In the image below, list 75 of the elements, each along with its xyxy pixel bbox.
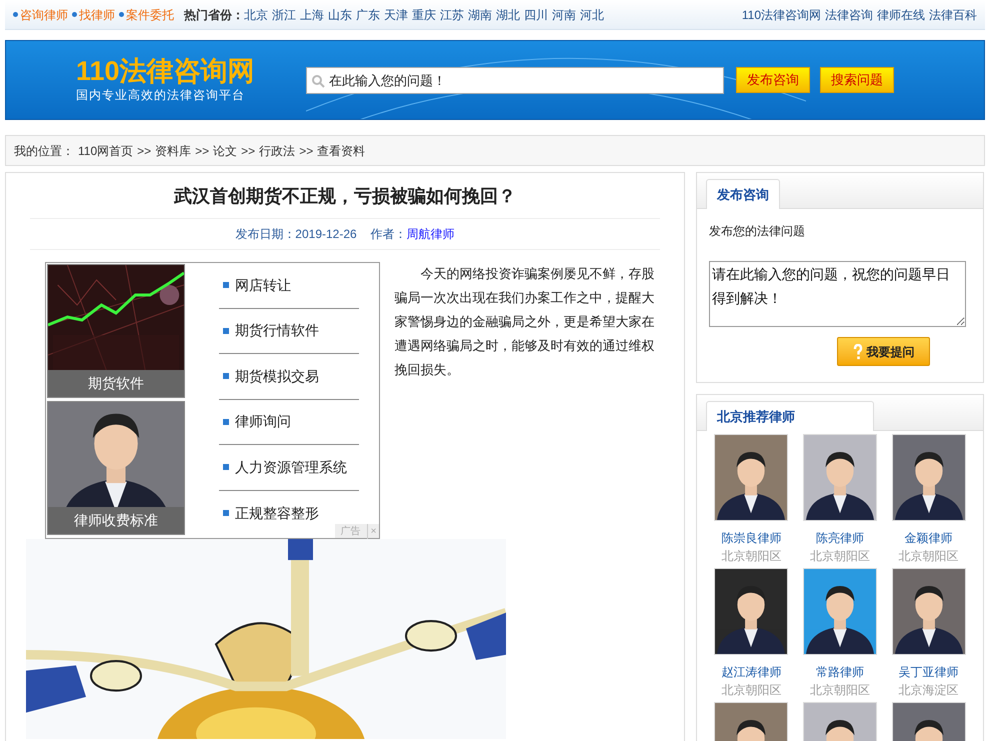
ad-link[interactable]: 网店转让 [235, 274, 291, 296]
ad-tile-caption: 期货软件 [48, 370, 184, 397]
lawyer-district: 北京海淀区 [898, 682, 959, 699]
article-title: 武汉首创期货不正规，亏损被骗如何挽回？ [30, 173, 660, 219]
author-label: 作者： [370, 227, 407, 241]
lawyer-district: 北京朝阳区 [721, 548, 782, 565]
province-link[interactable]: 湖北 [496, 6, 520, 24]
breadcrumb-separator: >> [195, 142, 210, 160]
province-link[interactable]: 重庆 [412, 6, 436, 24]
square-bullet-icon [223, 464, 229, 470]
site-link[interactable]: 法律咨询 [825, 6, 873, 24]
site-logo: 110法律咨询网 [76, 56, 256, 86]
lawyer-name[interactable]: 常路律师 [816, 663, 864, 681]
ad-link[interactable]: 律师询问 [235, 411, 291, 432]
ad-link[interactable]: 期货模拟交易 [235, 366, 319, 387]
breadcrumb-link[interactable]: 论文 [213, 142, 238, 160]
header-button[interactable]: 搜索问题 [820, 67, 894, 93]
province-link[interactable]: 北京 [244, 6, 268, 24]
search-field[interactable]: 在此输入您的问题！ [306, 66, 724, 94]
square-bullet-icon [223, 328, 229, 334]
breadcrumb-separator: >> [299, 142, 314, 160]
lawyer-name[interactable]: 陈崇良律师 [721, 529, 782, 547]
ad-tile[interactable]: 律师收费标准 [47, 401, 185, 535]
lawyer-name[interactable]: 金颖律师 [904, 529, 953, 547]
square-bullet-icon [223, 418, 229, 425]
site-slogan: 国内专业高效的法律咨询平台 [76, 87, 246, 104]
province-link[interactable]: 广东 [356, 6, 380, 24]
ad-link[interactable]: 期货行情软件 [235, 320, 319, 342]
province-link[interactable]: 上海 [300, 6, 324, 24]
breadcrumb-separator: >> [137, 142, 152, 160]
breadcrumb-link[interactable]: 行政法 [259, 142, 296, 160]
lawyer-district: 北京朝阳区 [810, 682, 870, 699]
province-link[interactable]: 江苏 [440, 6, 464, 24]
publish-date: 发布日期：2019-12-26 [235, 227, 357, 241]
header-button[interactable]: 发布咨询 [736, 67, 810, 93]
author-link[interactable]: 周航律师 [406, 227, 455, 241]
square-bullet-icon [223, 373, 229, 380]
square-bullet-icon [223, 510, 229, 516]
breadcrumb-separator: >> [241, 142, 256, 160]
consult-subtitle: 发布您的法律问题 [709, 223, 806, 240]
breadcrumb-link[interactable]: 110网首页 [78, 142, 134, 160]
ad-tile-caption: 律师收费标准 [48, 507, 184, 534]
province-link[interactable]: 湖南 [468, 6, 492, 24]
lawyer-name[interactable]: 赵江涛律师 [721, 663, 782, 681]
panel-tab[interactable]: 发布咨询 [706, 179, 780, 209]
lawyer-name[interactable]: 陈亮律师 [816, 529, 864, 547]
lawyer-district: 北京朝阳区 [810, 548, 870, 565]
ad-label: 广告 [340, 524, 362, 538]
ask-button-label: 我要提问 [866, 344, 914, 360]
ad-tile[interactable]: 期货软件 [47, 264, 185, 398]
lawyer-district: 北京朝阳区 [721, 682, 782, 699]
province-link[interactable]: 山东 [328, 6, 352, 24]
ad-link[interactable]: 正规整容整形 [235, 502, 319, 524]
site-link[interactable]: 110法律咨询网 [742, 6, 821, 24]
site-link[interactable]: 法律百科 [929, 6, 977, 24]
breadcrumb-link[interactable]: 查看资料 [317, 142, 366, 160]
ask-button[interactable]: 我要提问 [837, 337, 930, 366]
breadcrumb-label: 我的位置： [14, 142, 74, 160]
province-link[interactable]: 四川 [524, 6, 548, 24]
province-link[interactable]: 天津 [384, 6, 408, 24]
search-icon [311, 74, 325, 88]
square-bullet-icon [223, 282, 229, 288]
province-link[interactable]: 河南 [552, 6, 576, 24]
lawyer-district: 北京朝阳区 [898, 548, 959, 565]
ad-link[interactable]: 人力资源管理系统 [235, 456, 347, 478]
article-paragraph: 今天的网络投资诈骗案例屡见不鲜，存股骗局一次次出现在我们办案工作之中，提醒大家警惕身边的金融骗局之外，更是希望大家在遭遇网络骗局之时，能够及时有效的通过维权挽回损失。 [394, 265, 656, 379]
question-field[interactable]: 请在此输入您的问题，祝您的问题早日得到解决！ [709, 261, 966, 327]
breadcrumb-link[interactable]: 资料库 [155, 142, 192, 160]
province-link[interactable]: 浙江 [272, 6, 296, 24]
question-mark-icon [852, 344, 862, 360]
panel-tab[interactable]: 北京推荐律师 [706, 401, 874, 431]
province-link[interactable]: 河北 [580, 6, 604, 24]
provinces-label: 热门省份： [184, 6, 244, 24]
lawyer-name[interactable]: 吴丁亚律师 [898, 663, 959, 681]
site-link[interactable]: 律师在线 [877, 6, 925, 24]
